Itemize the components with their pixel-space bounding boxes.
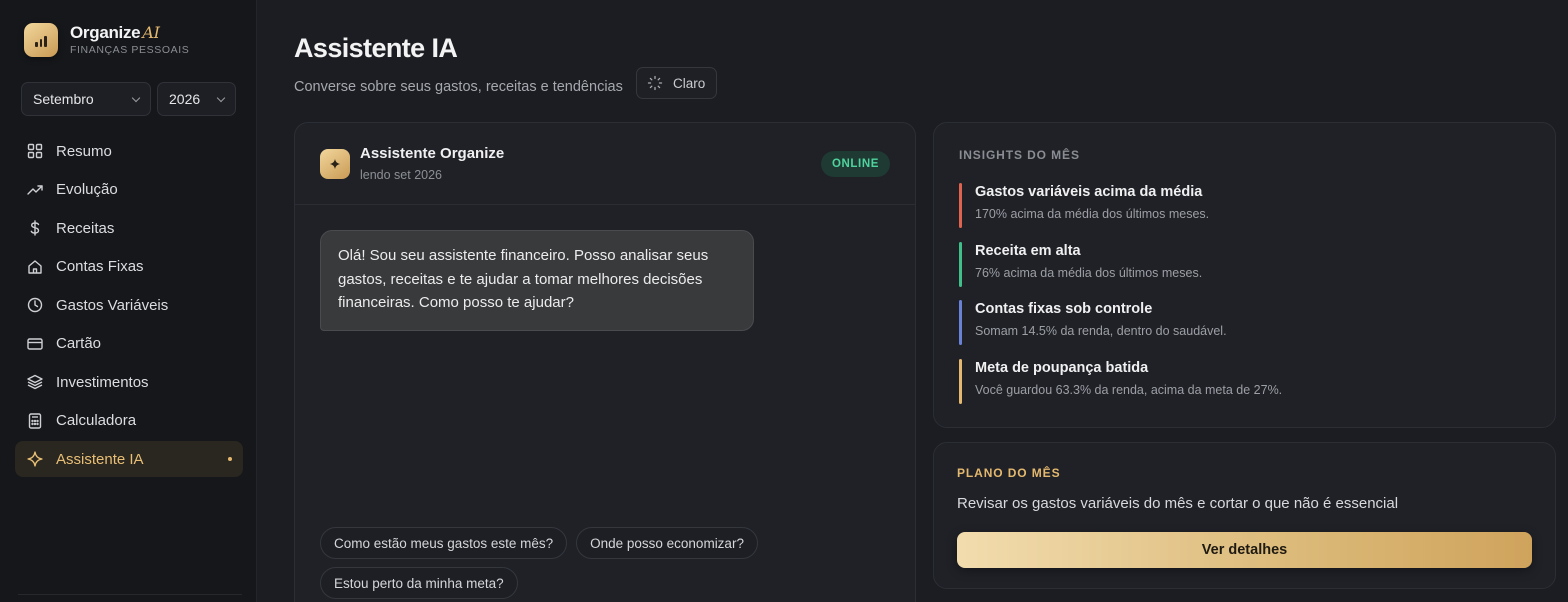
page-subtitle: Converse sobre seus gastos, receitas e t…: [294, 79, 623, 95]
active-indicator-dot: [228, 457, 232, 461]
chevron-down-icon: [216, 93, 226, 102]
year-select[interactable]: 2026: [157, 82, 236, 116]
suggestion-chips: Como estão meus gastos este mês? Onde po…: [320, 527, 880, 599]
brand[interactable]: Organize AI FINANÇAS PESSOAIS: [24, 23, 189, 57]
layers-icon: [27, 374, 43, 390]
insights-card: INSIGHTS DO MÊS Gastos variáveis acima d…: [933, 122, 1556, 428]
theme-toggle-label: Claro: [673, 75, 706, 91]
assistant-name: Assistente Organize: [360, 145, 505, 162]
chat-panel: Assistente Organize lendo set 2026 ONLIN…: [294, 122, 916, 602]
trend-up-icon: [27, 182, 43, 198]
sidebar-item-label: Investimentos: [56, 373, 149, 391]
sidebar-item-label: Calculadora: [56, 412, 137, 429]
sidebar-item-evolucao[interactable]: Evolução: [15, 172, 243, 208]
insight-title: Receita em alta: [975, 243, 1081, 259]
calculator-icon: [27, 412, 43, 429]
sparkle-icon: [320, 149, 350, 179]
sidebar-item-resumo[interactable]: Resumo: [15, 133, 243, 169]
grid-icon: [27, 143, 43, 159]
brand-subtitle: FINANÇAS PESSOAIS: [70, 44, 190, 56]
month-select[interactable]: Setembro: [21, 82, 151, 116]
insight-color-bar: [959, 183, 962, 228]
sidebar-item-gastos-variaveis[interactable]: Gastos Variáveis: [15, 287, 243, 323]
assistant-message: Olá! Sou seu assistente financeiro. Poss…: [320, 230, 754, 331]
insight-item: Meta de poupança batida Você guardou 63.…: [959, 359, 1519, 404]
clock-icon: [27, 297, 43, 313]
suggestion-chip[interactable]: Como estão meus gastos este mês?: [320, 527, 568, 559]
plan-card: PLANO DO MÊS Revisar os gastos variáveis…: [933, 442, 1556, 589]
insight-color-bar: [959, 300, 962, 345]
online-badge: ONLINE: [820, 151, 890, 177]
sidebar-item-label: Cartão: [56, 335, 102, 352]
insight-description: Você guardou 63.3% da renda, acima da me…: [975, 383, 1283, 397]
loader-icon: [647, 75, 663, 91]
credit-card-icon: [27, 336, 43, 352]
view-details-button[interactable]: Ver detalhes: [957, 532, 1532, 568]
insight-color-bar: [959, 359, 962, 404]
insight-description: Somam 14.5% da renda, dentro do saudável…: [975, 324, 1227, 338]
sidebar-nav: Resumo Evolução Receitas Contas Fixas Ga…: [15, 133, 243, 480]
insight-color-bar: [959, 242, 962, 287]
insights-title: INSIGHTS DO MÊS: [959, 148, 1080, 162]
dollar-icon: [27, 220, 43, 236]
insight-item: Receita em alta 76% acima da média dos ú…: [959, 242, 1519, 287]
insight-title: Contas fixas sob controle: [975, 301, 1153, 317]
brand-ai: AI: [142, 23, 160, 42]
month-value: Setembro: [33, 91, 94, 107]
insight-title: Meta de poupança batida: [975, 360, 1149, 376]
sidebar-item-receitas[interactable]: Receitas: [15, 210, 243, 246]
chat-header: Assistente Organize lendo set 2026 ONLIN…: [295, 123, 915, 205]
sparkle-icon: [27, 451, 43, 467]
plan-text: Revisar os gastos variáveis do mês e cor…: [957, 495, 1399, 512]
plan-title: PLANO DO MÊS: [957, 466, 1061, 480]
sidebar-item-contas-fixas[interactable]: Contas Fixas: [15, 249, 243, 285]
insight-description: 76% acima da média dos últimos meses.: [975, 266, 1203, 280]
divider: [18, 594, 242, 595]
insight-description: 170% acima da média dos últimos meses.: [975, 207, 1210, 221]
assistant-status: lendo set 2026: [360, 168, 443, 182]
sidebar-item-label: Contas Fixas: [56, 258, 144, 275]
suggestion-chip[interactable]: Onde posso economizar?: [576, 527, 758, 559]
sidebar-item-cartao[interactable]: Cartão: [15, 326, 243, 362]
sidebar-item-label: Gastos Variáveis: [56, 296, 169, 314]
home-icon: [27, 259, 43, 275]
sidebar-item-label: Evolução: [56, 181, 118, 198]
insight-title: Gastos variáveis acima da média: [975, 184, 1203, 200]
sidebar-item-label: Assistente IA: [56, 450, 144, 468]
sidebar-item-assistente-ia[interactable]: Assistente IA: [15, 441, 243, 477]
year-value: 2026: [169, 91, 201, 107]
insight-item: Contas fixas sob controle Somam 14.5% da…: [959, 300, 1519, 345]
insight-item: Gastos variáveis acima da média 170% aci…: [959, 183, 1519, 228]
page-title: Assistente IA: [294, 33, 458, 63]
chevron-down-icon: [131, 93, 141, 102]
sidebar-item-label: Resumo: [56, 142, 112, 160]
suggestion-chip[interactable]: Estou perto da minha meta?: [320, 567, 518, 599]
sidebar: Organize AI FINANÇAS PESSOAIS Setembro 20…: [0, 0, 257, 602]
sidebar-item-investimentos[interactable]: Investimentos: [15, 364, 243, 400]
sidebar-item-label: Receitas: [56, 219, 115, 237]
period-filters: Setembro 2026: [21, 82, 236, 116]
sidebar-item-calculadora[interactable]: Calculadora: [15, 403, 243, 439]
bar-chart-icon: [24, 23, 58, 57]
brand-name: Organize AI: [70, 23, 160, 42]
theme-toggle-button[interactable]: Claro: [636, 67, 717, 99]
